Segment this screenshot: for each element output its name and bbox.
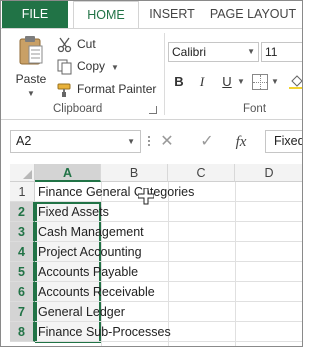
cell-a6[interactable]: Accounts Receivable [35,282,302,302]
copy-button[interactable]: Copy ▼ [57,57,119,75]
formula-bar-resize-handle[interactable] [147,134,151,150]
tab-home[interactable]: HOME [73,1,139,29]
cell-a4[interactable]: Project Accounting [35,242,302,262]
name-box-value: A2 [16,134,32,148]
cut-label: Cut [77,37,96,51]
ribbon: Paste ▼ Cut Copy ▼ Format Painter Clipbo… [1,28,303,120]
clipboard-icon [19,36,43,65]
row-header[interactable]: 1 [10,182,35,202]
cursor-icon [138,188,154,205]
format-painter-icon [57,83,71,97]
chevron-down-icon[interactable]: ▼ [26,89,36,98]
format-painter-button[interactable]: Format Painter [57,80,156,98]
formula-input[interactable]: Fixed Assets [265,130,302,153]
table-row: 8 Finance Sub-Processes [10,322,302,342]
ribbon-tab-bar: FILE HOME INSERT PAGE LAYOUT [1,1,302,29]
paste-label: Paste [15,72,47,86]
fill-color-icon[interactable] [289,75,303,89]
clipboard-group-label: Clipboard [53,103,103,115]
table-row: 3 Cash Management [10,222,302,242]
dialog-launcher-icon[interactable] [149,106,157,114]
enter-icon[interactable]: ✓ [197,132,217,152]
cell-a1[interactable]: Finance General Categories [35,182,302,202]
row-header[interactable]: 3 [10,222,35,242]
select-all-button[interactable] [10,164,35,182]
table-row: 1 Finance General Categories [10,182,302,202]
underline-button[interactable]: U [219,72,235,92]
cell-a2[interactable]: Fixed Assets [35,202,302,222]
font-size-value: 11 [265,45,278,59]
tab-page-layout[interactable]: PAGE LAYOUT [203,1,302,28]
name-box[interactable]: A2 ▼ [10,130,141,153]
row-header[interactable]: 7 [10,302,35,322]
format-painter-label: Format Painter [77,82,157,96]
insert-function-icon[interactable]: fx [231,132,251,152]
column-header-b[interactable]: B [101,164,168,182]
chevron-down-icon[interactable]: ▼ [127,131,135,152]
cell-a7[interactable]: General Ledger [35,302,302,322]
row-header[interactable]: 6 [10,282,35,302]
scissors-icon [57,37,72,52]
bold-button[interactable]: B [171,72,187,92]
borders-icon[interactable] [252,74,268,90]
font-group-label: Font [243,103,267,115]
cell-a8[interactable]: Finance Sub-Processes [35,322,302,342]
column-header-a[interactable]: A [35,164,101,182]
chevron-down-icon[interactable]: ▼ [111,63,119,72]
table-row: 2 Fixed Assets [10,202,302,222]
table-row: 7 General Ledger [10,302,302,322]
row-header[interactable]: 8 [10,322,35,342]
tab-insert[interactable]: INSERT [141,1,203,28]
table-row: 5 Accounts Payable [10,262,302,282]
table-row: 4 Project Accounting [10,242,302,262]
copy-icon [57,59,72,75]
column-header-d[interactable]: D [235,164,302,182]
chevron-down-icon[interactable]: ▼ [247,43,255,61]
chevron-down-icon[interactable]: ▼ [237,72,245,92]
table-row: 6 Accounts Receivable [10,282,302,302]
row-header[interactable]: 2 [10,202,35,222]
paste-button[interactable]: Paste ▼ [13,35,49,101]
formula-bar: A2 ▼ ✕ ✓ fx Fixed Assets [1,120,302,164]
tab-file[interactable]: FILE [2,1,68,28]
cell-a3[interactable]: Cash Management [35,222,302,242]
font-name-select[interactable]: Calibri ▼ [168,42,259,62]
row-header[interactable]: 5 [10,262,35,282]
chevron-down-icon[interactable]: ▼ [271,72,279,92]
cut-button[interactable]: Cut [57,35,96,53]
italic-button[interactable]: I [194,72,210,92]
row-header[interactable]: 4 [10,242,35,262]
group-divider [164,33,165,115]
worksheet-grid: A B C D 1 Finance General Categories 2 F… [1,164,302,346]
cell-a5[interactable]: Accounts Payable [35,262,302,282]
cancel-icon[interactable]: ✕ [157,132,177,152]
excel-window: FILE HOME INSERT PAGE LAYOUT Paste ▼ Cut… [0,0,303,347]
font-name-value: Calibri [172,45,207,59]
column-header-c[interactable]: C [168,164,235,182]
copy-label: Copy [77,59,106,73]
font-size-select[interactable]: 11 [261,42,302,62]
